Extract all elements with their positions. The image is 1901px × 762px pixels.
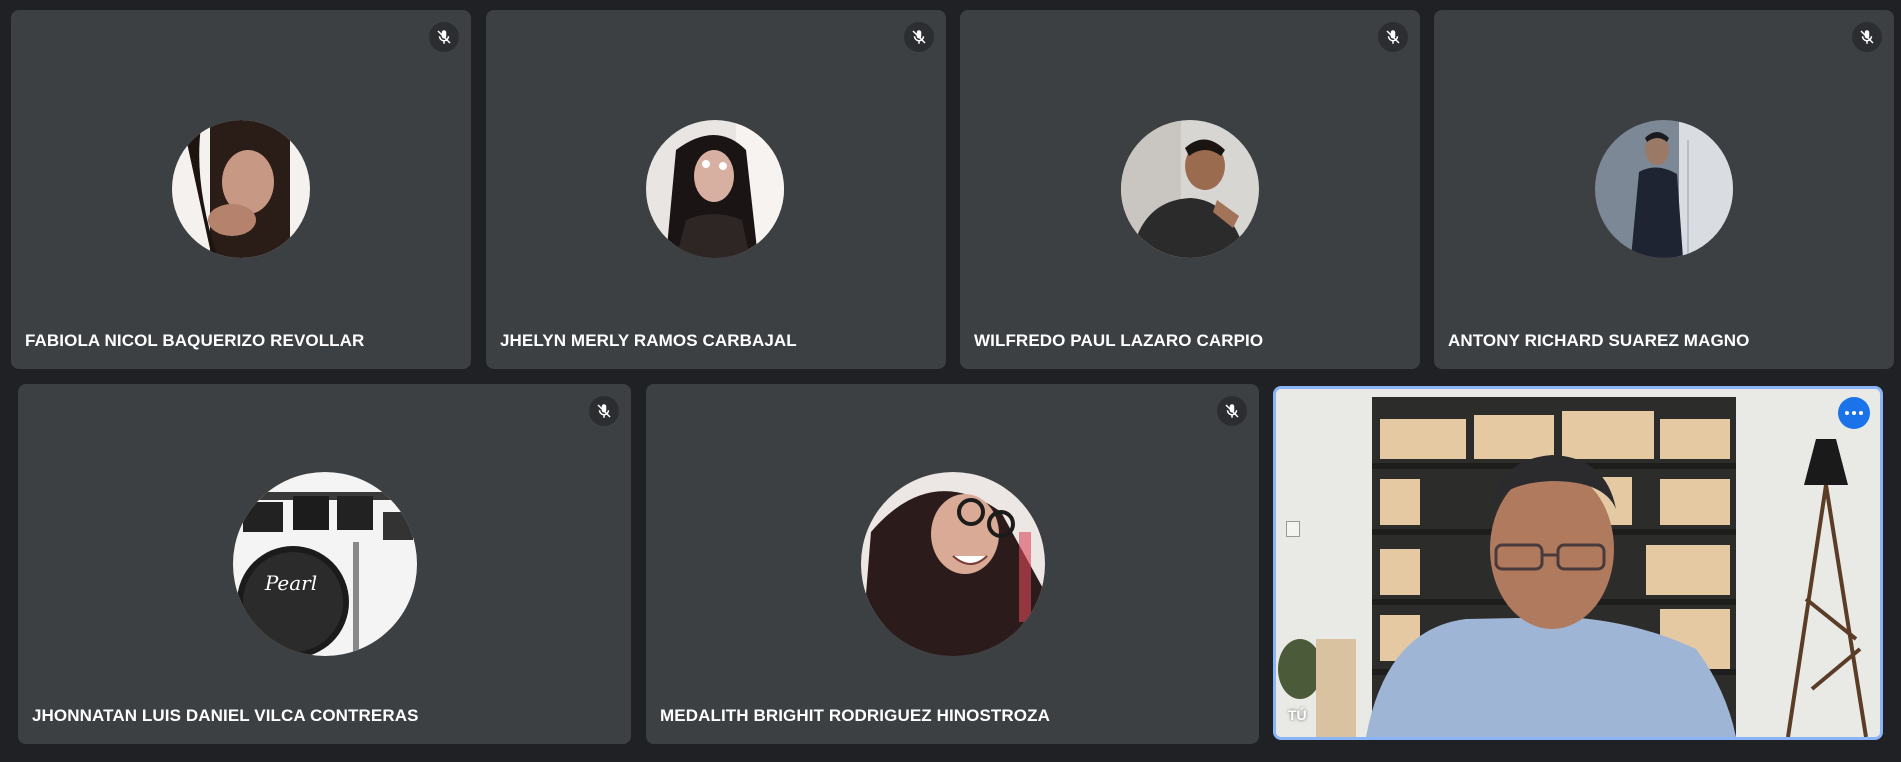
mic-off-icon: [1852, 22, 1882, 52]
pin-indicator-icon: [1286, 521, 1300, 537]
self-view-tile[interactable]: TÚ: [1273, 386, 1883, 740]
mic-off-icon: [904, 22, 934, 52]
participant-name: JHELYN MERLY RAMOS CARBAJAL: [500, 331, 797, 350]
self-view-label: TÚ: [1288, 707, 1307, 723]
mic-off-icon: [1217, 396, 1247, 426]
participant-name: FABIOLA NICOL BAQUERIZO REVOLLAR: [25, 331, 365, 350]
participant-tile[interactable]: MEDALITH BRIGHIT RODRIGUEZ HINOSTROZA: [646, 384, 1259, 744]
mic-off-icon: [429, 22, 459, 52]
svg-text:Pearl: Pearl: [264, 571, 317, 595]
more-horizontal-icon[interactable]: [1838, 397, 1870, 429]
participant-avatar: [1121, 120, 1259, 258]
participant-avatar: [861, 472, 1045, 656]
mic-off-icon: [1378, 22, 1408, 52]
participant-name: MEDALITH BRIGHIT RODRIGUEZ HINOSTROZA: [660, 706, 1050, 725]
self-camera-feed: [1276, 389, 1880, 737]
participant-name: JHONNATAN LUIS DANIEL VILCA CONTRERAS: [32, 706, 419, 725]
participant-avatar: [646, 120, 784, 258]
participant-tile[interactable]: ANTONY RICHARD SUAREZ MAGNO: [1434, 10, 1894, 369]
drum-kit-photo-icon: Pearl: [233, 472, 417, 656]
participant-name: WILFREDO PAUL LAZARO CARPIO: [974, 331, 1264, 350]
meeting-grid: FABIOLA NICOL BAQUERIZO REVOLLAR JHELYN …: [0, 0, 1901, 762]
participant-tile[interactable]: WILFREDO PAUL LAZARO CARPIO: [960, 10, 1420, 369]
participant-name: ANTONY RICHARD SUAREZ MAGNO: [1448, 331, 1750, 350]
mic-off-icon: [589, 396, 619, 426]
participant-tile[interactable]: Pearl JHONNATAN LUIS DANIEL VILCA CONTRE…: [18, 384, 631, 744]
participant-tile[interactable]: FABIOLA NICOL BAQUERIZO REVOLLAR: [11, 10, 471, 369]
participant-avatar: [172, 120, 310, 258]
participant-tile[interactable]: JHELYN MERLY RAMOS CARBAJAL: [486, 10, 946, 369]
participant-avatar: [1595, 120, 1733, 258]
